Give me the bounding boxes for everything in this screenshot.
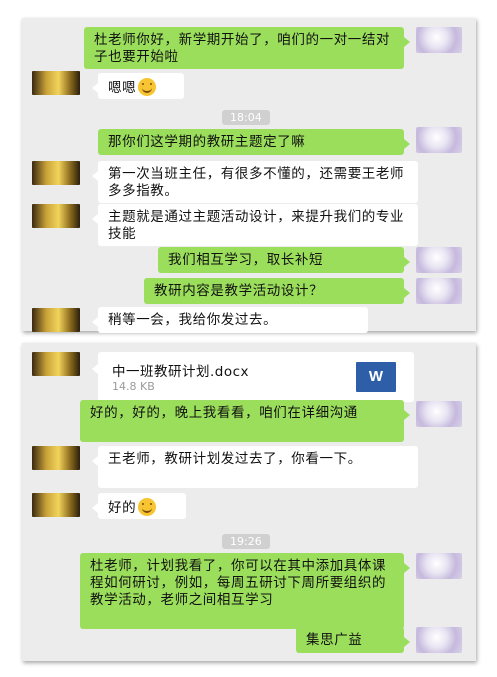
contact-avatar[interactable] — [32, 352, 80, 376]
message-bubble[interactable]: 嗯嗯 — [92, 73, 184, 99]
file-name: 中一班教研计划.docx — [112, 364, 250, 380]
self-avatar[interactable] — [416, 627, 462, 653]
self-avatar[interactable] — [416, 127, 462, 153]
chat-panel-2: 中一班教研计划.docx 14.8 KB W 好的，好的，晚上我看看，咱们在详细… — [22, 343, 476, 661]
self-avatar[interactable] — [416, 247, 462, 273]
file-message-card[interactable]: 中一班教研计划.docx 14.8 KB W — [92, 352, 414, 402]
message-text: 好的 — [108, 500, 137, 516]
message-bubble[interactable]: 杜老师你好，新学期开始了，咱们的一对一结对子也要开始啦 — [84, 27, 410, 69]
self-avatar[interactable] — [416, 27, 462, 53]
message-text: 那你们这学期的教研主题定了嘛 — [108, 134, 306, 150]
message-bubble[interactable]: 集思广益 — [296, 627, 410, 653]
word-document-icon: W — [356, 362, 396, 392]
message-bubble[interactable]: 那你们这学期的教研主题定了嘛 — [98, 129, 410, 155]
message-bubble[interactable]: 王老师，教研计划发过去了，你看一下。 — [92, 446, 418, 488]
smile-emoji-icon — [138, 498, 157, 516]
smile-emoji-icon — [138, 78, 157, 96]
message-bubble[interactable]: 好的，好的，晚上我看看，咱们在详细沟通 — [80, 400, 410, 442]
chat-panel-1: 杜老师你好，新学期开始了，咱们的一对一结对子也要开始啦 嗯嗯 18:04 那你们… — [22, 18, 476, 333]
file-size: 14.8 KB — [112, 380, 155, 393]
message-bubble[interactable]: 教研内容是教学活动设计？ — [144, 278, 410, 304]
message-bubble[interactable]: 我们相互学习，取长补短 — [158, 247, 410, 273]
message-text: 杜老师，计划我看了，你可以在其中添加具体课程如何研讨，例如，每周五研讨下周所要组… — [90, 558, 387, 608]
message-text: 主题就是通过主题活动设计，来提升我们的专业技能 — [108, 209, 405, 242]
message-text: 第一次当班主任，有很多不懂的，还需要王老师多多指教。 — [108, 166, 405, 199]
message-bubble[interactable]: 杜老师，计划我看了，你可以在其中添加具体课程如何研讨，例如，每周五研讨下周所要组… — [80, 553, 410, 629]
message-bubble[interactable]: 稍等一会，我给你发过去。 — [92, 307, 368, 333]
message-text: 杜老师你好，新学期开始了，咱们的一对一结对子也要开始啦 — [94, 32, 391, 65]
contact-avatar[interactable] — [32, 308, 80, 332]
self-avatar[interactable] — [416, 401, 462, 427]
message-text: 嗯嗯 — [108, 80, 137, 96]
message-text: 教研内容是教学活动设计？ — [154, 283, 324, 299]
contact-avatar[interactable] — [32, 161, 80, 185]
timestamp: 19:26 — [222, 534, 270, 549]
contact-avatar[interactable] — [32, 71, 80, 95]
contact-avatar[interactable] — [32, 204, 80, 228]
message-text: 王老师，教研计划发过去了，你看一下。 — [108, 451, 362, 467]
self-avatar[interactable] — [416, 553, 462, 579]
message-text: 稍等一会，我给你发过去。 — [108, 312, 278, 328]
message-text: 我们相互学习，取长补短 — [168, 252, 324, 268]
message-bubble[interactable]: 主题就是通过主题活动设计，来提升我们的专业技能 — [92, 204, 418, 246]
self-avatar[interactable] — [416, 278, 462, 304]
message-text: 好的，好的，晚上我看看，咱们在详细沟通 — [90, 405, 358, 421]
message-bubble[interactable]: 第一次当班主任，有很多不懂的，还需要王老师多多指教。 — [92, 161, 418, 203]
message-text: 集思广益 — [306, 632, 363, 648]
timestamp: 18:04 — [222, 110, 270, 125]
contact-avatar[interactable] — [32, 493, 80, 517]
message-bubble[interactable]: 好的 — [92, 493, 186, 519]
contact-avatar[interactable] — [32, 446, 80, 470]
